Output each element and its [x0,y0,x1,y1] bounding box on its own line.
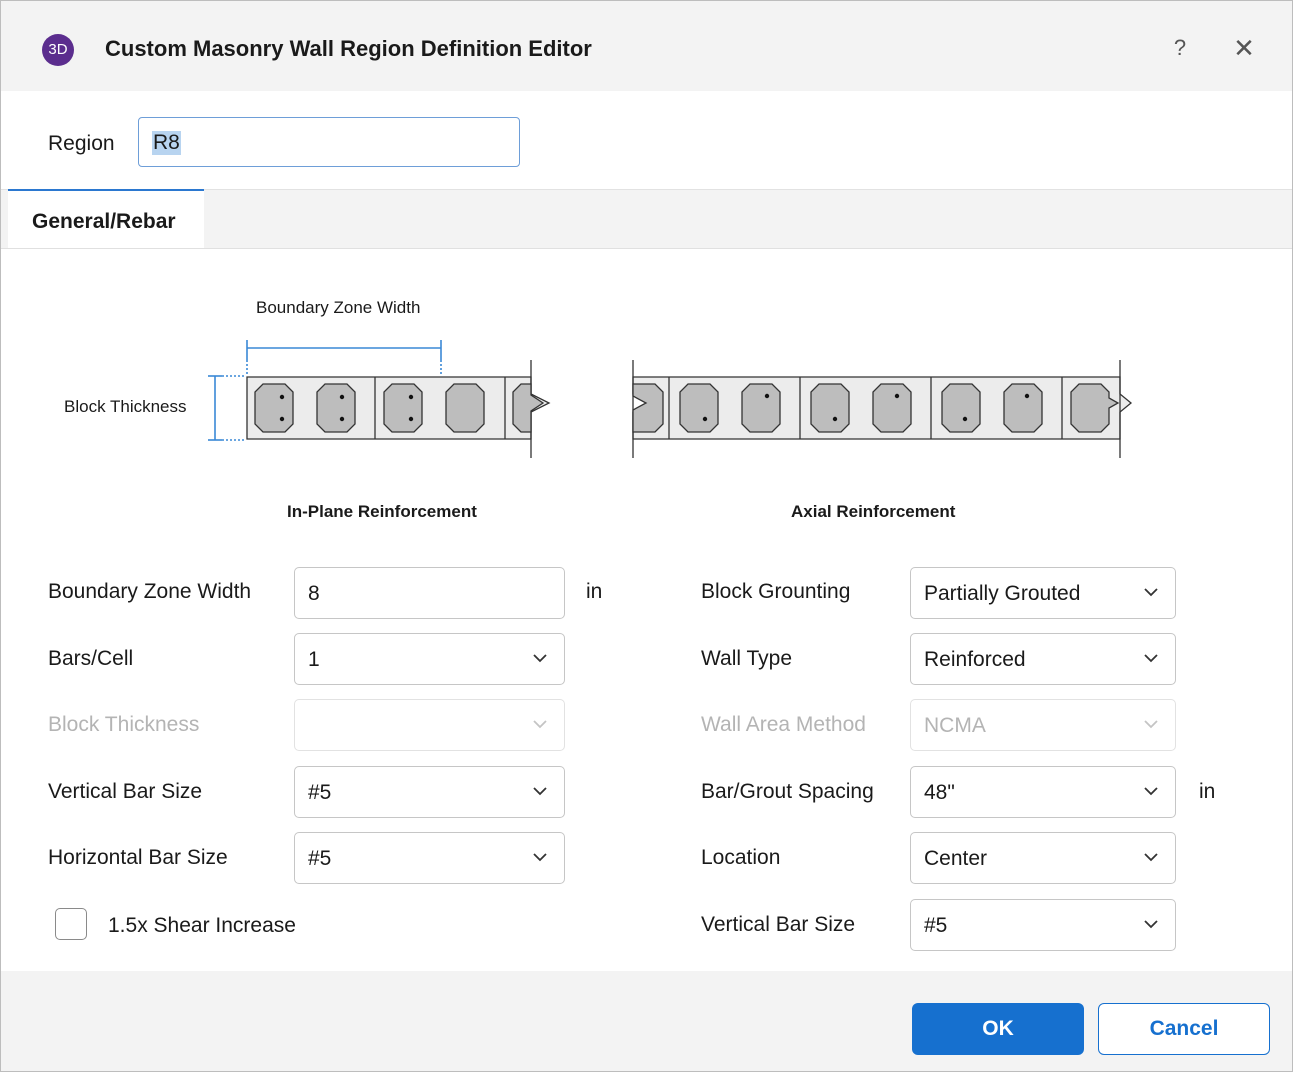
masonry-wall-region-dialog: 3D Custom Masonry Wall Region Definition… [0,0,1293,1072]
chevron-down-icon [1144,654,1158,663]
block-thickness-dropdown[interactable] [294,699,565,751]
chevron-down-icon [533,720,547,729]
horizontal-bar-size-label: Horizontal Bar Size [48,846,228,869]
chevron-down-icon [533,853,547,862]
title-bar: 3D Custom Masonry Wall Region Definition… [1,1,1292,91]
vertical-bar-size-dropdown[interactable]: #5 [294,766,565,818]
bar-grout-spacing-value: 48" [924,781,955,804]
tab-general-rebar-label: General/Rebar [32,210,176,233]
boundary-zone-width-value: 8 [308,582,320,605]
location-label: Location [701,846,781,869]
wall-area-method-label: Wall Area Method [701,713,866,736]
chevron-down-icon [1144,720,1158,729]
bar-grout-spacing-dropdown[interactable]: 48" [910,766,1176,818]
masonry-block-drawing [208,340,1133,458]
region-label: Region [48,132,115,155]
wall-diagram: Boundary Zone Width Block Thickness In-P… [1,248,1292,538]
bar-grout-spacing-label: Bar/Grout Spacing [701,780,874,803]
boundary-zone-width-unit: in [586,580,603,603]
bar-grout-spacing-unit: in [1199,780,1216,803]
dialog-title: Custom Masonry Wall Region Definition Ed… [105,36,592,61]
in-plane-reinforcement-caption: In-Plane Reinforcement [287,502,477,521]
boundary-zone-dimension-icon [246,340,442,376]
chevron-down-icon [1144,853,1158,862]
bars-per-cell-dropdown[interactable]: 1 [294,633,565,685]
block-grouting-value: Partially Grouted [924,582,1081,605]
axial-vertical-bar-size-label: Vertical Bar Size [701,913,856,936]
wall-area-method-value: NCMA [924,714,986,737]
location-value: Center [924,847,988,870]
boundary-zone-width-label: Boundary Zone Width [48,580,252,603]
wall-type-value: Reinforced [924,648,1026,671]
axial-vertical-bar-size-dropdown[interactable]: #5 [910,899,1176,951]
chevron-down-icon [533,654,547,663]
app-logo-icon: 3D [42,34,74,66]
vertical-bar-size-label: Vertical Bar Size [48,780,203,803]
horizontal-bar-size-value: #5 [308,847,332,870]
location-dropdown[interactable]: Center [910,832,1176,884]
block-thickness-label: Block Thickness [48,713,200,736]
in-plane-wall-icon [246,360,551,458]
horizontal-bar-size-dropdown[interactable]: #5 [294,832,565,884]
boundary-zone-width-input[interactable]: 8 [294,567,565,619]
close-button[interactable]: ✕ [1231,35,1257,61]
bars-per-cell-value: 1 [308,648,320,671]
block-thickness-dimension-icon [208,375,246,441]
chevron-down-icon [533,787,547,796]
wall-area-method-dropdown[interactable]: NCMA [910,699,1176,751]
block-grouting-label: Block Grounting [701,580,851,603]
cancel-button[interactable]: Cancel [1098,1003,1270,1055]
block-grouting-dropdown[interactable]: Partially Grouted [910,567,1176,619]
chevron-down-icon [1144,588,1158,597]
ok-button[interactable]: OK [912,1003,1084,1055]
axial-reinforcement-caption: Axial Reinforcement [791,502,956,521]
help-button[interactable]: ? [1169,35,1191,61]
axial-vertical-bar-size-value: #5 [924,914,948,937]
wall-type-label: Wall Type [701,647,793,670]
axial-wall-icon [632,360,1133,458]
wall-type-dropdown[interactable]: Reinforced [910,633,1176,685]
shear-increase-label[interactable]: 1.5x Shear Increase [108,914,296,938]
vertical-bar-size-value: #5 [308,781,332,804]
tab-general-rebar[interactable]: General/Rebar [8,189,204,248]
chevron-down-icon [1144,787,1158,796]
bars-per-cell-label: Bars/Cell [48,647,134,670]
region-input[interactable]: R8 [138,117,520,167]
chevron-down-icon [1144,920,1158,929]
region-input-value: R8 [152,131,181,155]
shear-increase-checkbox[interactable] [55,908,87,940]
